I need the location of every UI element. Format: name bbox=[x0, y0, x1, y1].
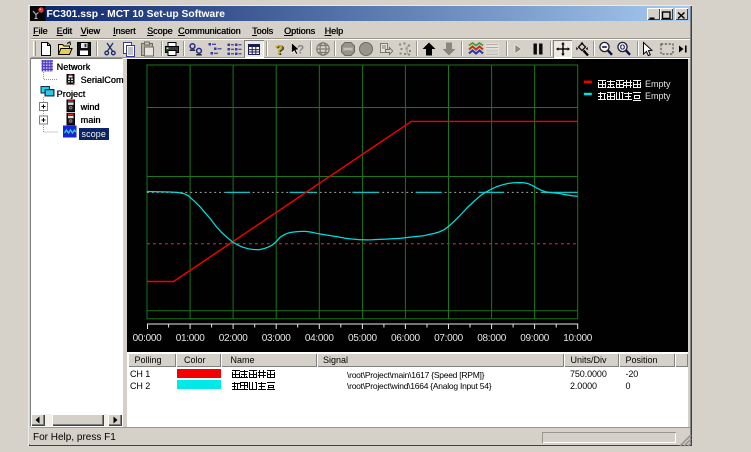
svg-text:?: ? bbox=[274, 42, 283, 58]
